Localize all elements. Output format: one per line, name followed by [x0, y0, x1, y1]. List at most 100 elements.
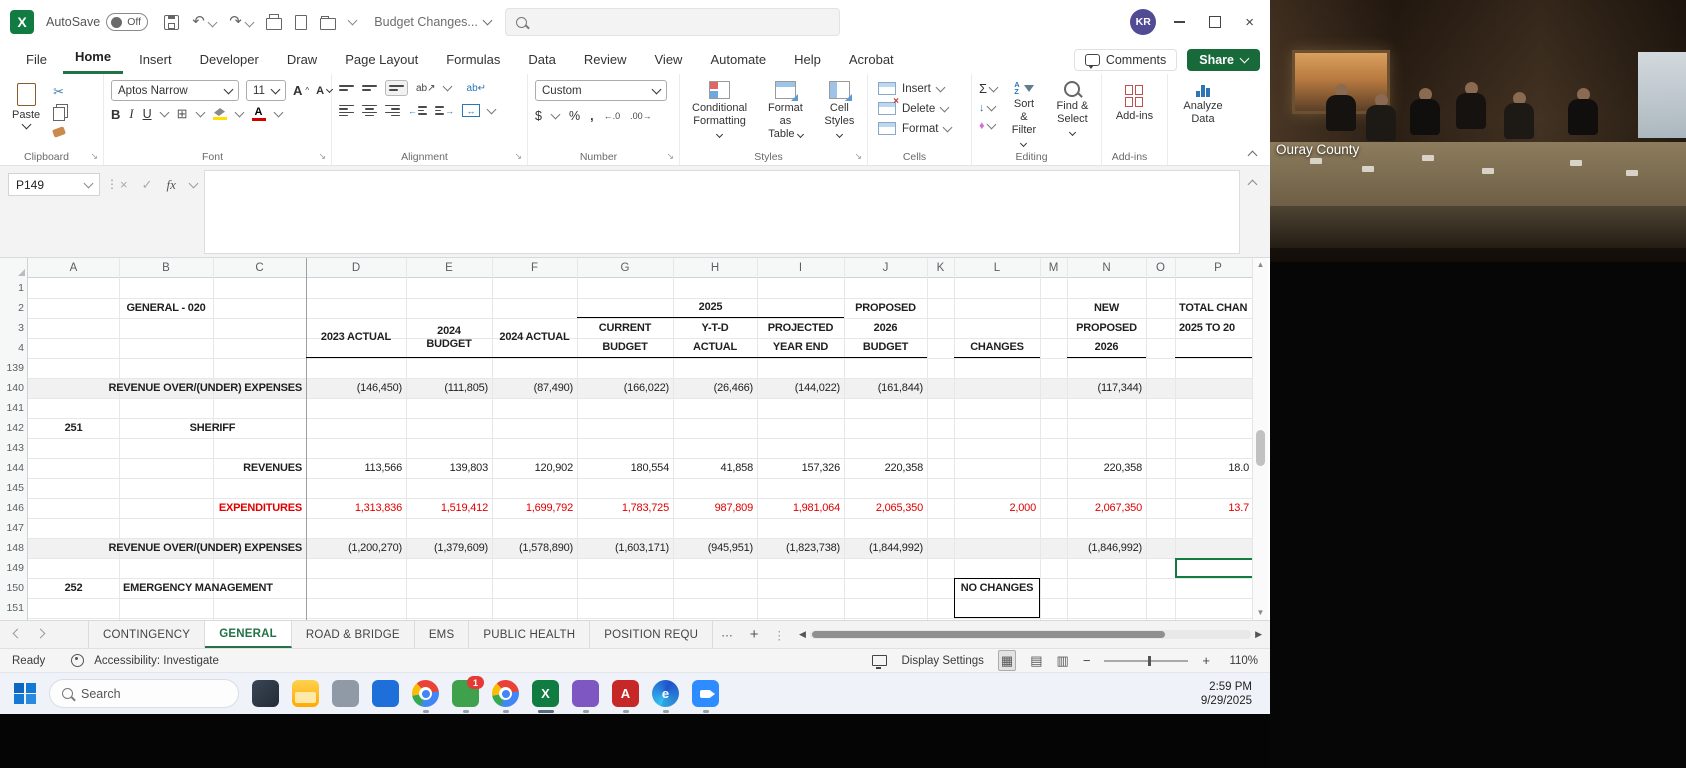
- sheet-tab-ems[interactable]: EMS: [415, 621, 470, 648]
- taskbar-search[interactable]: Search: [49, 679, 239, 708]
- row-header-141[interactable]: 141: [0, 398, 28, 418]
- row-header-147[interactable]: 147: [0, 518, 28, 538]
- zoom-in-icon[interactable]: +: [1202, 653, 1210, 668]
- ribbon-tab-automate[interactable]: Automate: [698, 47, 778, 74]
- minimize-button[interactable]: [1174, 21, 1185, 23]
- cell-E-144[interactable]: 139,803: [406, 458, 492, 478]
- column-header-G[interactable]: G: [577, 258, 673, 278]
- video-panel[interactable]: Ouray County: [1270, 0, 1686, 768]
- row-header-146[interactable]: 146: [0, 498, 28, 518]
- cell-N-144[interactable]: 220,358: [1067, 458, 1146, 478]
- currency-dropdown-icon[interactable]: [551, 110, 561, 120]
- row-header-148[interactable]: 148: [0, 538, 28, 558]
- file-explorer-icon[interactable]: [292, 680, 319, 707]
- row-header-143[interactable]: 143: [0, 438, 28, 458]
- cell-G-144[interactable]: 180,554: [577, 458, 673, 478]
- cell-G-146[interactable]: 1,783,725: [577, 498, 673, 518]
- save-icon[interactable]: [164, 15, 179, 30]
- zoom-out-icon[interactable]: −: [1083, 653, 1091, 668]
- autosave-toggle[interactable]: AutoSave Off: [46, 13, 148, 31]
- column-header-H[interactable]: H: [673, 258, 757, 278]
- task-view-icon[interactable]: [252, 680, 279, 707]
- share-button[interactable]: Share: [1187, 49, 1260, 71]
- cell-N-3[interactable]: PROPOSED: [1067, 318, 1146, 338]
- font-dialog-launcher[interactable]: ↘: [318, 151, 326, 162]
- insert-function-icon[interactable]: fx: [167, 177, 176, 193]
- clipboard-dialog-launcher[interactable]: ↘: [90, 151, 98, 162]
- cell-G-I-2[interactable]: 2025: [577, 298, 844, 318]
- addins-button[interactable]: Add-ins: [1111, 84, 1158, 123]
- font-color-dropdown-icon[interactable]: [273, 108, 283, 118]
- font-name-select[interactable]: Aptos Narrow: [111, 80, 239, 101]
- column-header-I[interactable]: I: [757, 258, 844, 278]
- comments-button[interactable]: Comments: [1074, 49, 1177, 71]
- scroll-down-icon[interactable]: ▼: [1253, 606, 1268, 620]
- cell-B-2[interactable]: GENERAL - 020: [119, 298, 213, 318]
- cell-styles-button[interactable]: CellStyles: [819, 80, 860, 142]
- column-header-D[interactable]: D: [306, 258, 406, 278]
- cell-C-144[interactable]: REVENUES: [213, 458, 306, 478]
- cell-E-140[interactable]: (111,805): [406, 378, 492, 398]
- print-icon[interactable]: [266, 18, 282, 30]
- ribbon-tab-home[interactable]: Home: [63, 44, 123, 74]
- number-dialog-launcher[interactable]: ↘: [666, 151, 674, 162]
- format-cells-button[interactable]: Format: [875, 120, 954, 137]
- cell-H-3[interactable]: Y-T-D: [673, 318, 757, 338]
- cell-F-148[interactable]: (1,578,890): [492, 538, 577, 558]
- sheet-tabs-overflow[interactable]: ⋯: [713, 621, 741, 648]
- chrome-profile-2-icon[interactable]: [492, 680, 519, 707]
- zoom-slider-thumb[interactable]: [1148, 656, 1151, 666]
- document-title[interactable]: Budget Changes...: [374, 15, 491, 29]
- cell-I-148[interactable]: (1,823,738): [757, 538, 844, 558]
- cell-J-3[interactable]: 2026: [844, 318, 927, 338]
- ribbon-tab-file[interactable]: File: [14, 47, 59, 74]
- confirm-entry-icon[interactable]: ✓: [142, 177, 153, 193]
- normal-view-icon[interactable]: ▦: [998, 650, 1016, 671]
- cell-A-C-140[interactable]: REVENUE OVER/(UNDER) EXPENSES: [28, 378, 306, 398]
- cell-P-4[interactable]: [1175, 338, 1252, 358]
- ribbon-tab-view[interactable]: View: [643, 47, 695, 74]
- open-file-icon[interactable]: [320, 18, 336, 30]
- zoom-icon[interactable]: [692, 680, 719, 707]
- cell-L-150[interactable]: NO CHANGES: [954, 578, 1040, 618]
- zoom-level[interactable]: 110%: [1224, 655, 1258, 667]
- underline-dropdown-icon[interactable]: [159, 108, 169, 118]
- align-center-icon[interactable]: [362, 105, 377, 116]
- orientation-dropdown-icon[interactable]: [442, 82, 452, 92]
- cell-J-2[interactable]: PROPOSED: [844, 298, 927, 318]
- row-header-140[interactable]: 140: [0, 378, 28, 398]
- undo-button[interactable]: ↶: [192, 13, 216, 31]
- cell-P-3[interactable]: 2025 TO 20: [1175, 318, 1252, 338]
- comma-style-icon[interactable]: ,: [590, 109, 593, 123]
- cell-E-148[interactable]: (1,379,609): [406, 538, 492, 558]
- start-button[interactable]: [14, 683, 36, 705]
- borders-icon[interactable]: ⊞: [177, 106, 188, 122]
- cell-G-140[interactable]: (166,022): [577, 378, 673, 398]
- fill-color-icon[interactable]: [213, 108, 227, 120]
- ribbon-tab-developer[interactable]: Developer: [188, 47, 271, 74]
- insert-cells-button[interactable]: Insert: [875, 80, 954, 97]
- row-header-149[interactable]: 149: [0, 558, 28, 578]
- cell-N-148[interactable]: (1,846,992): [1067, 538, 1146, 558]
- row-header-139[interactable]: 139: [0, 358, 28, 378]
- row-header-2[interactable]: 2: [0, 298, 28, 318]
- redo-button[interactable]: ↷: [229, 13, 253, 31]
- autosum-button[interactable]: Σ: [979, 81, 997, 96]
- blue-app-icon[interactable]: [372, 680, 399, 707]
- collapse-formula-bar-icon[interactable]: [1248, 180, 1258, 190]
- align-bottom-icon[interactable]: [385, 80, 408, 96]
- scroll-up-icon[interactable]: ▲: [1253, 258, 1268, 272]
- align-right-icon[interactable]: [385, 105, 400, 116]
- cell-N-140[interactable]: (117,344): [1067, 378, 1146, 398]
- ribbon-tab-help[interactable]: Help: [782, 47, 833, 74]
- ribbon-tab-data[interactable]: Data: [516, 47, 567, 74]
- increase-decimal-icon[interactable]: ←.0: [604, 111, 621, 121]
- sheet-tab-contingency[interactable]: CONTINGENCY: [88, 621, 205, 648]
- cell-B-C-150[interactable]: EMERGENCY MANAGEMENT: [119, 578, 306, 598]
- row-header-145[interactable]: 145: [0, 478, 28, 498]
- decrease-indent-icon[interactable]: ←: [408, 105, 427, 116]
- align-left-icon[interactable]: [339, 105, 354, 116]
- percent-icon[interactable]: %: [569, 109, 580, 123]
- vertical-scrollbar[interactable]: ▲ ▼: [1252, 258, 1268, 620]
- column-header-P[interactable]: P: [1175, 258, 1252, 278]
